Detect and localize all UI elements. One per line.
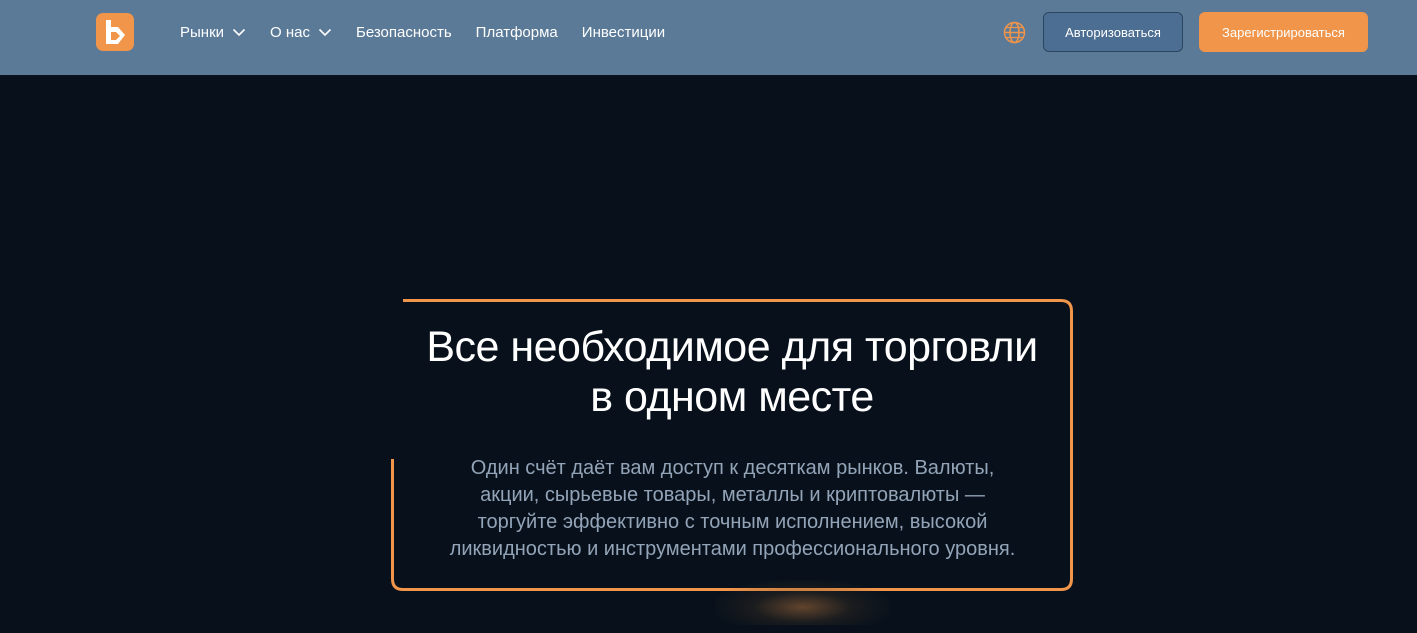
register-button-label: Зарегистрироваться	[1222, 24, 1345, 40]
nav-item-investments[interactable]: Инвестиции	[582, 24, 665, 41]
main-nav: Рынки О нас Безопасность Платформа Инвес…	[180, 0, 689, 64]
hero-background-image	[715, 580, 890, 625]
chevron-down-icon	[318, 28, 332, 37]
hero-subtitle-line: торгуйте эффективно с точным исполнением…	[477, 511, 988, 533]
login-button[interactable]: Авторизоваться	[1043, 12, 1183, 52]
hero-subtitle: Один счёт даёт вам доступ к десяткам рын…	[405, 455, 1060, 563]
nav-item-label: Платформа	[475, 23, 558, 41]
nav-item-label: Рынки	[180, 23, 225, 41]
login-button-label: Авторизоваться	[1065, 24, 1161, 40]
nav-item-label: Инвестиции	[581, 23, 666, 41]
hero-title-line: Все необходимое для торговли	[426, 323, 1038, 371]
nav-item-about[interactable]: О нас	[270, 24, 332, 41]
nav-item-platform[interactable]: Платформа	[476, 24, 558, 41]
hero-title-line: в одном месте	[590, 373, 874, 421]
hero-subtitle-line: акции, сырьевые товары, металлы и крипто…	[480, 484, 985, 506]
hero-subtitle-line: Один счёт даёт вам доступ к десяткам рын…	[470, 457, 995, 479]
chevron-down-icon	[232, 28, 246, 37]
nav-item-label: Безопасность	[355, 23, 452, 41]
hero-title: Все необходимое для торговли в одном мес…	[391, 322, 1073, 422]
nav-item-markets[interactable]: Рынки	[180, 24, 246, 41]
nav-item-security[interactable]: Безопасность	[356, 24, 452, 41]
nav-item-label: О нас	[270, 23, 310, 41]
register-button[interactable]: Зарегистрироваться	[1199, 12, 1368, 52]
site-header: Рынки О нас Безопасность Платформа Инвес…	[0, 0, 1417, 75]
hero-subtitle-line: ликвидностью и инструментами профессиона…	[449, 538, 1016, 560]
globe-icon[interactable]	[1003, 21, 1026, 44]
brand-logo[interactable]	[96, 13, 134, 51]
logo-mark-icon	[106, 20, 125, 44]
